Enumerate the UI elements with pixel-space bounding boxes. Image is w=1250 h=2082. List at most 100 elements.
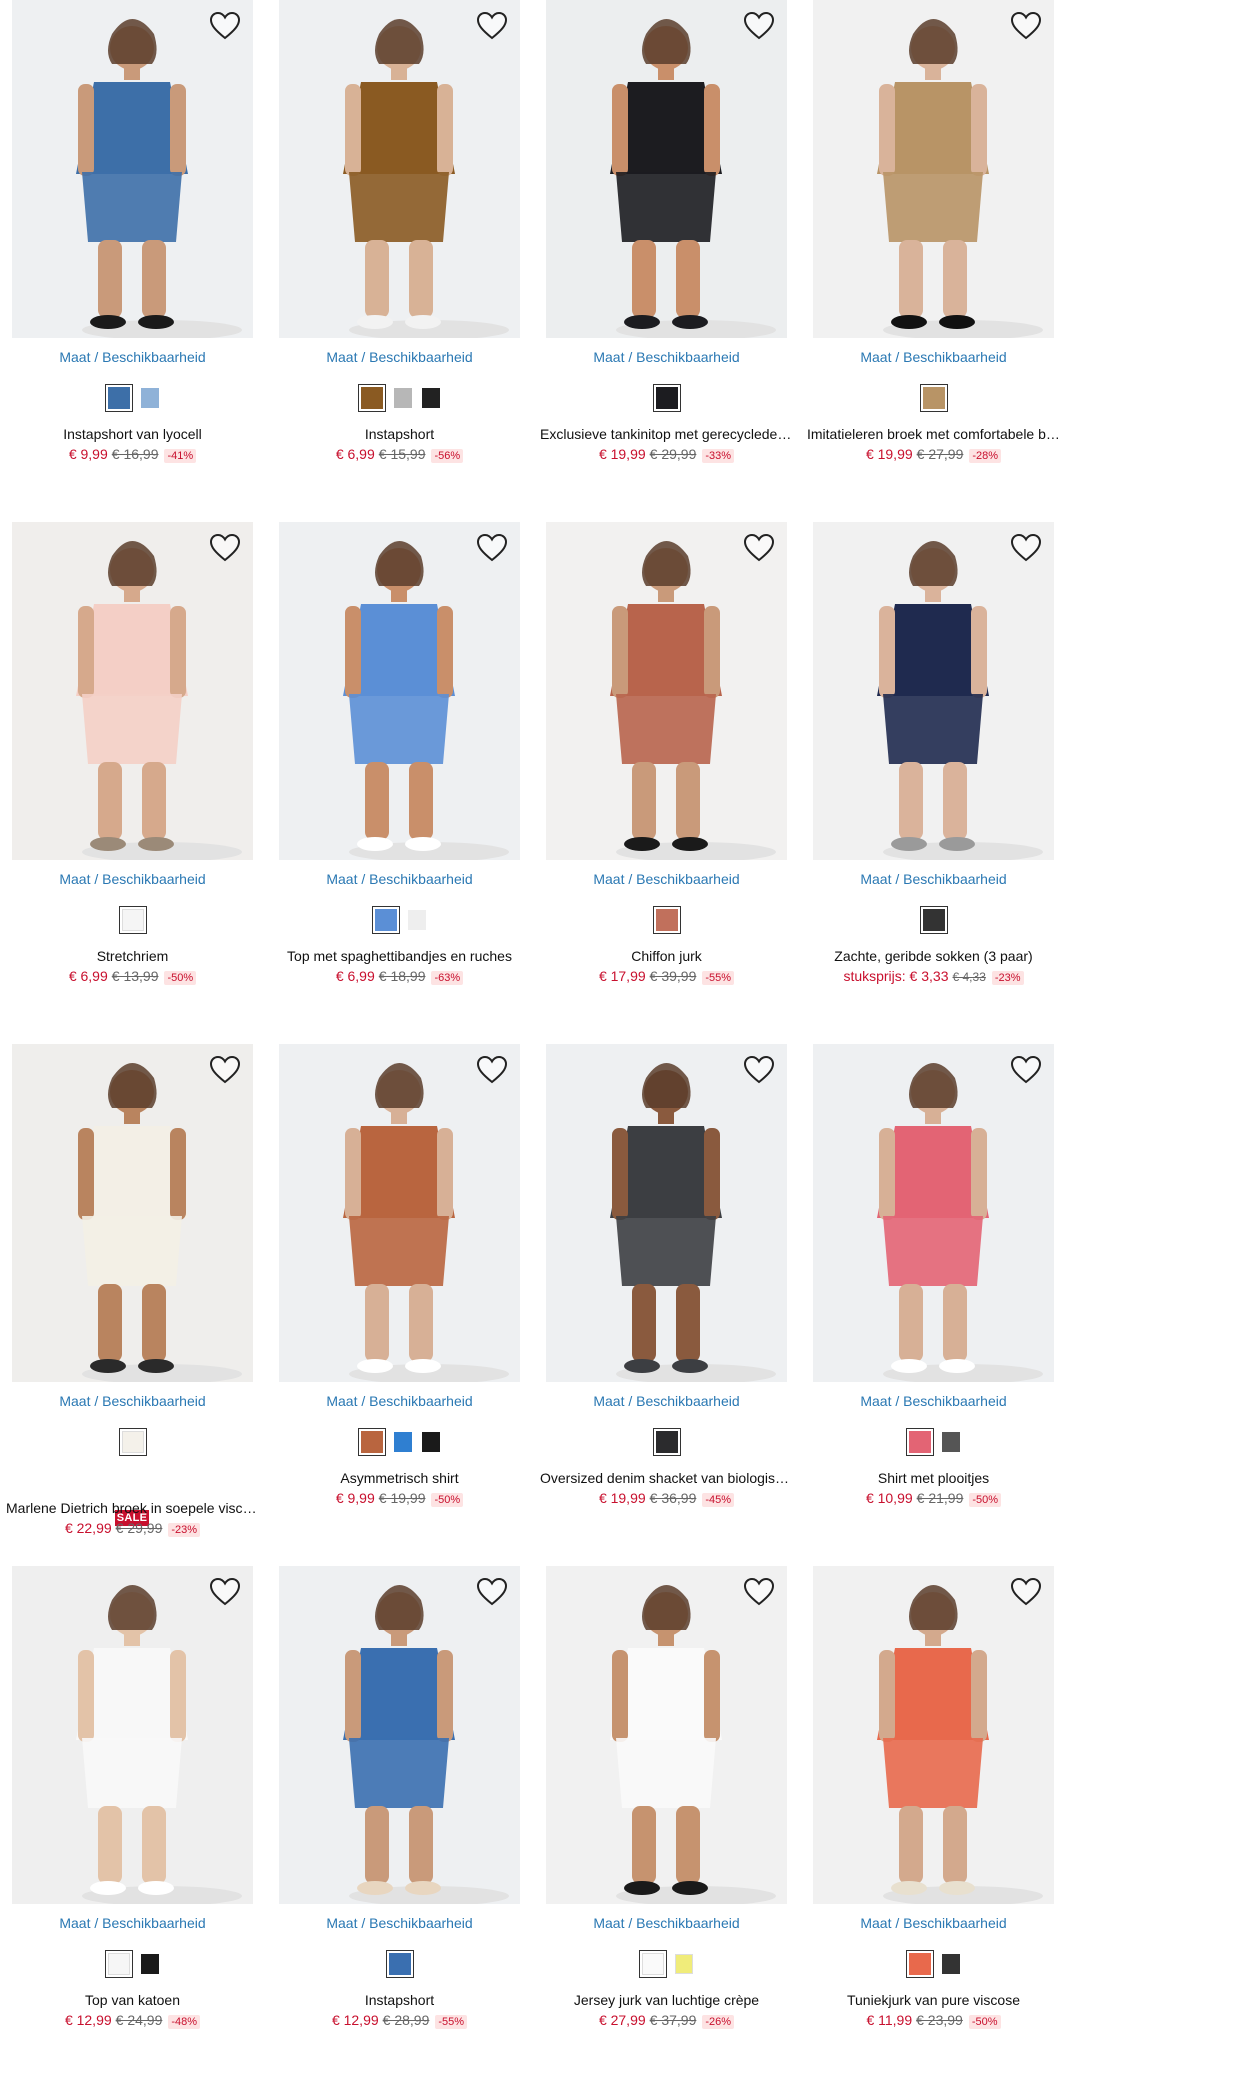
color-swatch[interactable] <box>392 386 414 410</box>
wishlist-heart-icon[interactable] <box>1010 11 1042 41</box>
wishlist-heart-icon[interactable] <box>743 533 775 563</box>
size-availability-link[interactable]: Maat / Beschikbaarheid <box>12 871 253 887</box>
wishlist-heart-icon[interactable] <box>743 1577 775 1607</box>
product-image[interactable] <box>546 1044 787 1382</box>
product-name[interactable]: Shirt met plooitjes <box>807 1470 1060 1486</box>
product-name[interactable]: Top van katoen <box>6 1992 259 2008</box>
product-name[interactable]: Marlene Dietrich broek in soepele viscos… <box>6 1500 259 1516</box>
product-image[interactable] <box>279 1044 520 1382</box>
color-swatch[interactable] <box>638 1950 667 1978</box>
product-image[interactable] <box>12 1044 253 1382</box>
product-image[interactable] <box>546 0 787 338</box>
product-card[interactable]: Maat / Beschikbaarheid Shirt met plooitje… <box>813 1044 1054 1544</box>
color-swatch[interactable] <box>919 906 948 934</box>
size-availability-link[interactable]: Maat / Beschikbaarheid <box>546 349 787 365</box>
color-swatch[interactable] <box>385 1950 414 1978</box>
size-availability-link[interactable]: Maat / Beschikbaarheid <box>12 1915 253 1931</box>
wishlist-heart-icon[interactable] <box>1010 533 1042 563</box>
wishlist-heart-icon[interactable] <box>1010 1055 1042 1085</box>
product-card[interactable]: Maat / Beschikbaarheid Exclusieve tankini… <box>540 0 793 500</box>
product-card[interactable]: Maat / Beschikbaarheid Instapshort € 6,99 €… <box>279 0 520 500</box>
product-image[interactable] <box>279 1566 520 1904</box>
color-swatch[interactable] <box>905 1428 934 1456</box>
size-availability-link[interactable]: Maat / Beschikbaarheid <box>12 1393 253 1409</box>
product-card[interactable]: Maat / Beschikbaarheid Instapshort € 12,99… <box>279 1566 520 2066</box>
wishlist-heart-icon[interactable] <box>476 1055 508 1085</box>
size-availability-link[interactable]: Maat / Beschikbaarheid <box>279 349 520 365</box>
product-card[interactable]: Maat / Beschikbaarheid Chiffon jurk € 17,9… <box>546 522 787 1022</box>
product-card[interactable]: Maat / Beschikbaarheid SALE Marlene Dietri… <box>6 1044 259 1544</box>
product-name[interactable]: Jersey jurk van luchtige crèpe <box>540 1992 793 2008</box>
product-card[interactable]: Maat / Beschikbaarheid Stretchriem € 6,99 €… <box>12 522 253 1022</box>
product-image[interactable] <box>546 522 787 860</box>
color-swatch[interactable] <box>652 906 681 934</box>
product-name[interactable]: Exclusieve tankinitop met gerecyclede ma… <box>540 426 793 442</box>
size-availability-link[interactable]: Maat / Beschikbaarheid <box>12 349 253 365</box>
product-card[interactable]: Maat / Beschikbaarheid Jersey jurk van lu… <box>546 1566 787 2066</box>
product-name[interactable]: Instapshort van lyocell <box>6 426 259 442</box>
color-swatch[interactable] <box>406 908 428 932</box>
product-card[interactable]: Maat / Beschikbaarheid Zachte, geribde so… <box>813 522 1054 1022</box>
product-card[interactable]: Maat / Beschikbaarheid Instapshort van ly… <box>12 0 253 500</box>
product-image[interactable] <box>813 522 1054 860</box>
color-swatch[interactable] <box>652 1428 681 1456</box>
color-swatch[interactable] <box>118 1428 147 1456</box>
product-name[interactable]: Imitatieleren broek met comfortabele ban… <box>807 426 1060 442</box>
color-swatch[interactable] <box>940 1952 962 1976</box>
color-swatch[interactable] <box>357 384 386 412</box>
color-swatch[interactable] <box>371 906 400 934</box>
color-swatch[interactable] <box>420 1430 442 1454</box>
color-swatch[interactable] <box>652 384 681 412</box>
product-name[interactable]: Stretchriem <box>6 948 259 964</box>
size-availability-link[interactable]: Maat / Beschikbaarheid <box>279 1393 520 1409</box>
product-card[interactable]: Maat / Beschikbaarheid Oversized denim sh… <box>540 1044 793 1544</box>
wishlist-heart-icon[interactable] <box>476 1577 508 1607</box>
wishlist-heart-icon[interactable] <box>209 1577 241 1607</box>
color-swatch[interactable] <box>919 384 948 412</box>
product-name[interactable]: Instapshort <box>273 426 526 442</box>
product-image[interactable] <box>813 1044 1054 1382</box>
size-availability-link[interactable]: Maat / Beschikbaarheid <box>813 349 1054 365</box>
wishlist-heart-icon[interactable] <box>476 11 508 41</box>
product-name[interactable]: Tuniekjurk van pure viscose <box>807 1992 1060 2008</box>
color-swatch[interactable] <box>940 1430 962 1454</box>
product-name[interactable]: Oversized denim shacket van biologisch k… <box>540 1470 793 1486</box>
size-availability-link[interactable]: Maat / Beschikbaarheid <box>813 1393 1054 1409</box>
size-availability-link[interactable]: Maat / Beschikbaarheid <box>279 871 520 887</box>
color-swatch[interactable] <box>905 1950 934 1978</box>
product-name[interactable]: Instapshort <box>273 1992 526 2008</box>
size-availability-link[interactable]: Maat / Beschikbaarheid <box>546 871 787 887</box>
product-image[interactable] <box>12 0 253 338</box>
wishlist-heart-icon[interactable] <box>209 1055 241 1085</box>
size-availability-link[interactable]: Maat / Beschikbaarheid <box>546 1915 787 1931</box>
size-availability-link[interactable]: Maat / Beschikbaarheid <box>279 1915 520 1931</box>
wishlist-heart-icon[interactable] <box>743 11 775 41</box>
product-image[interactable] <box>12 522 253 860</box>
color-swatch[interactable] <box>104 384 133 412</box>
product-card[interactable]: Maat / Beschikbaarheid Imitatieleren broe… <box>807 0 1060 500</box>
product-name[interactable]: Asymmetrisch shirt <box>273 1470 526 1486</box>
wishlist-heart-icon[interactable] <box>476 533 508 563</box>
product-image[interactable] <box>279 522 520 860</box>
product-image[interactable] <box>813 0 1054 338</box>
color-swatch[interactable] <box>139 386 161 410</box>
product-card[interactable]: Maat / Beschikbaarheid Tuniekjurk van pur… <box>813 1566 1054 2066</box>
product-card[interactable]: Maat / Beschikbaarheid Top met spaghettib… <box>279 522 520 1022</box>
product-image[interactable] <box>813 1566 1054 1904</box>
color-swatch[interactable] <box>392 1430 414 1454</box>
product-name[interactable]: Top met spaghettibandjes en ruches <box>273 948 526 964</box>
size-availability-link[interactable]: Maat / Beschikbaarheid <box>813 871 1054 887</box>
product-image[interactable] <box>12 1566 253 1904</box>
product-card[interactable]: Maat / Beschikbaarheid Top van katoen € 12… <box>12 1566 253 2066</box>
wishlist-heart-icon[interactable] <box>209 11 241 41</box>
product-image[interactable] <box>279 0 520 338</box>
wishlist-heart-icon[interactable] <box>209 533 241 563</box>
color-swatch[interactable] <box>420 386 442 410</box>
wishlist-heart-icon[interactable] <box>1010 1577 1042 1607</box>
product-name[interactable]: Chiffon jurk <box>540 948 793 964</box>
color-swatch[interactable] <box>104 1950 133 1978</box>
product-image[interactable] <box>546 1566 787 1904</box>
product-card[interactable]: Maat / Beschikbaarheid Asymmetrisch shirt… <box>279 1044 520 1544</box>
product-name[interactable]: Zachte, geribde sokken (3 paar) <box>807 948 1060 964</box>
wishlist-heart-icon[interactable] <box>743 1055 775 1085</box>
